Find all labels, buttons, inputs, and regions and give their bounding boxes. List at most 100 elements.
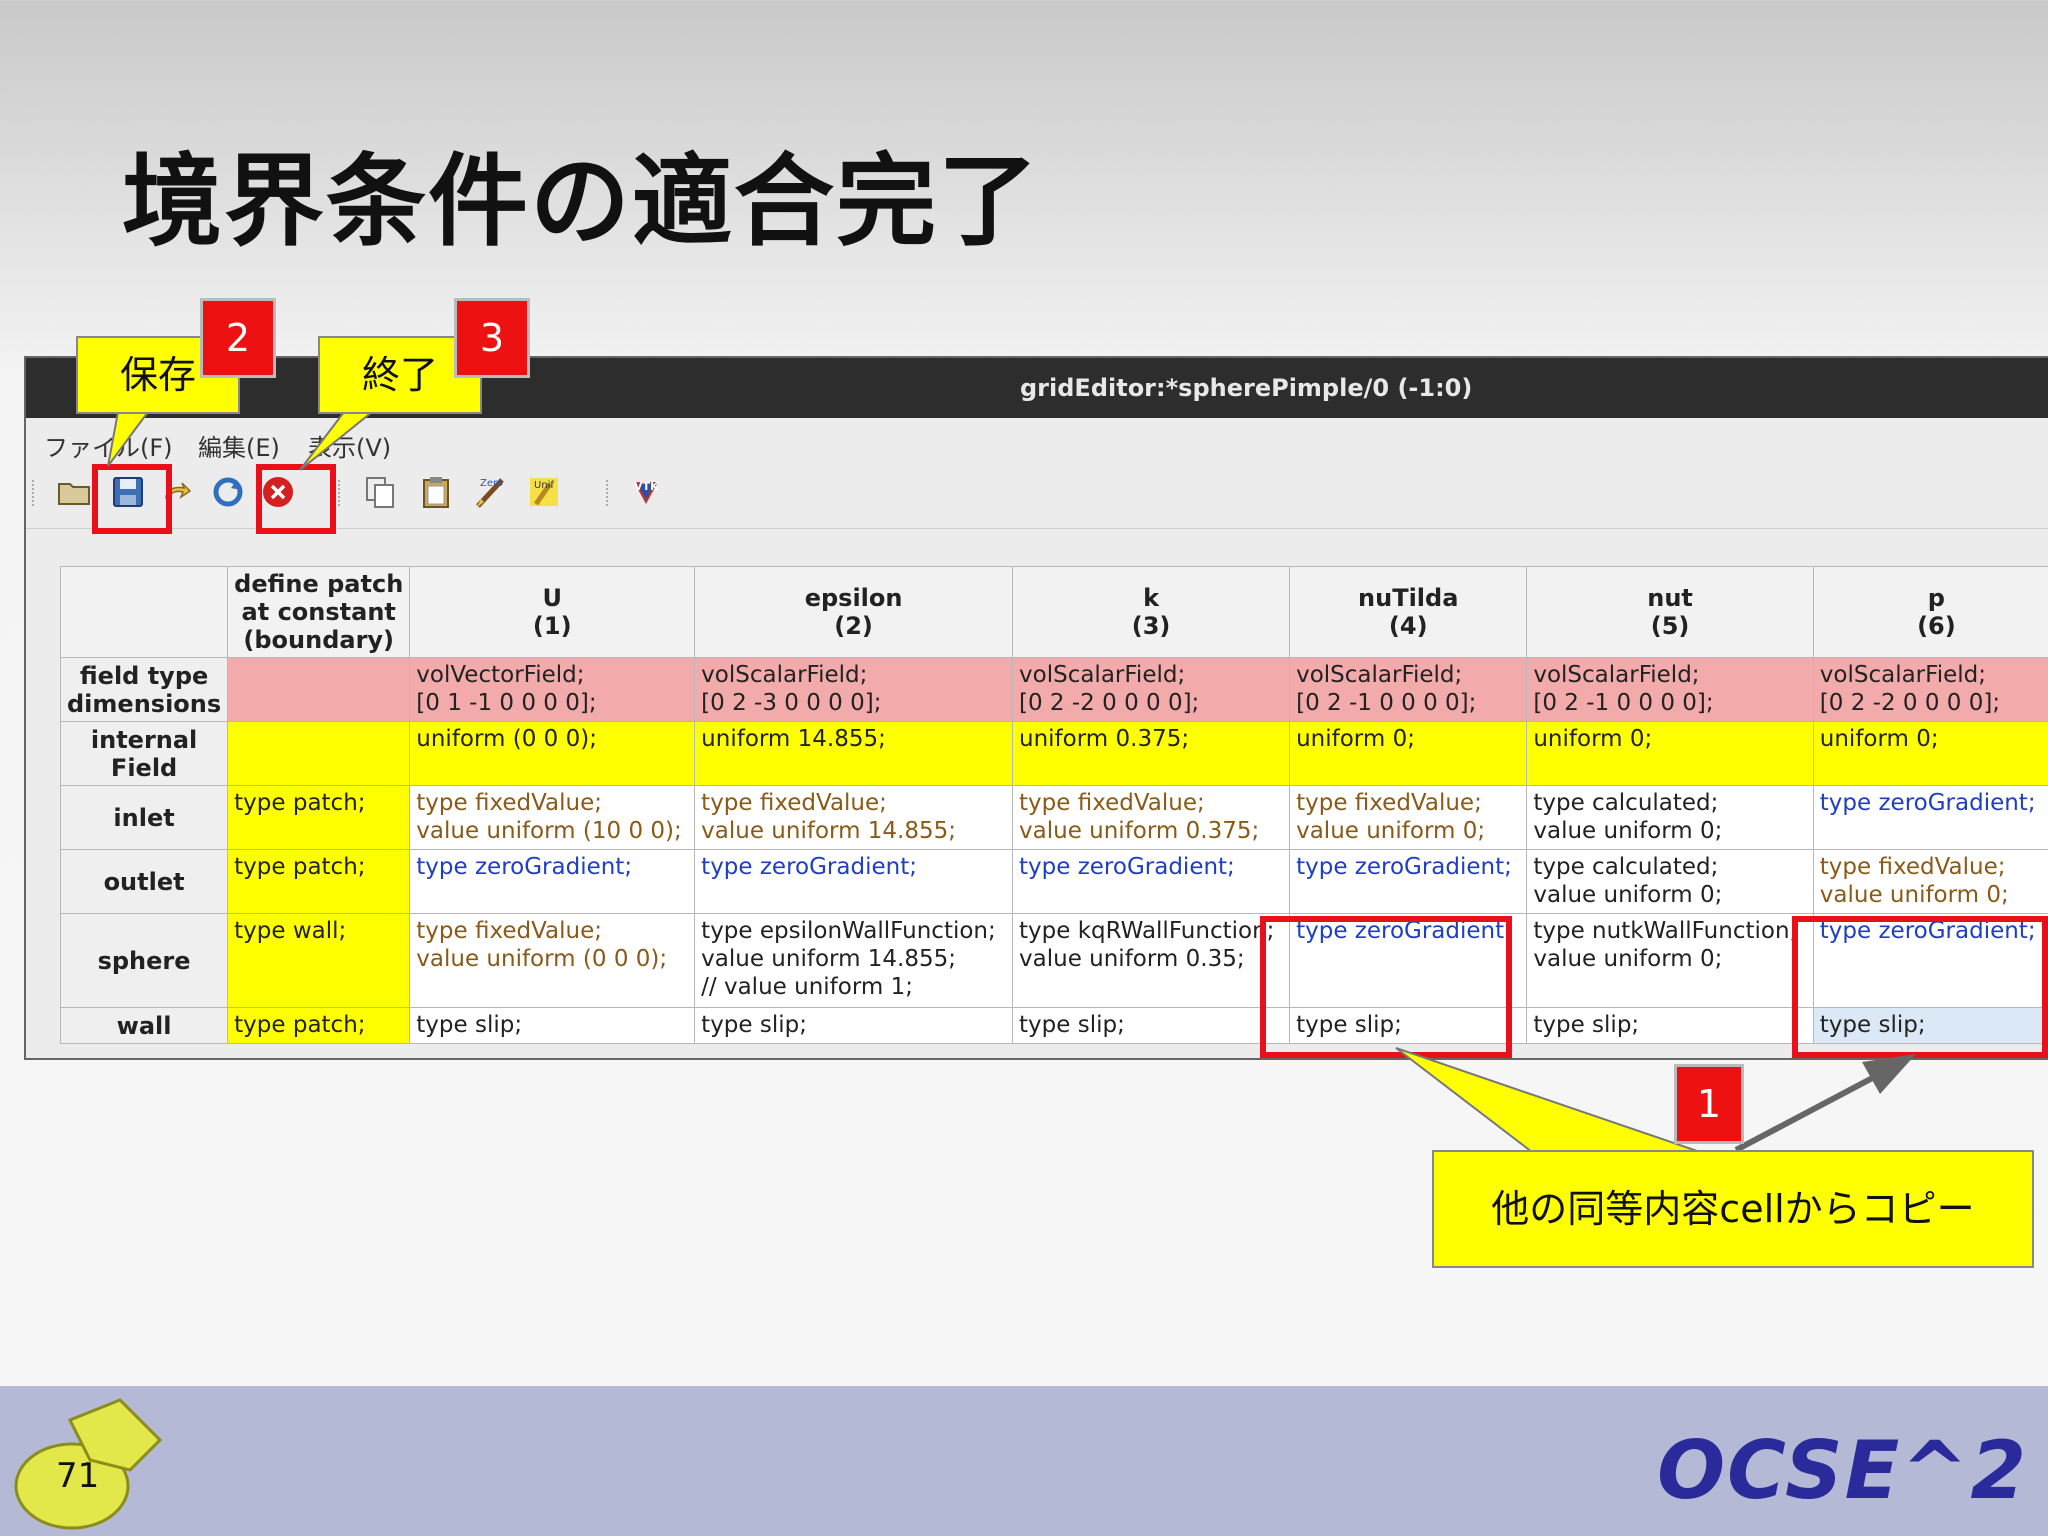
refresh-icon[interactable] (210, 474, 246, 510)
cell-text: value uniform (0 0 0); (416, 946, 668, 972)
col-header-epsilon[interactable]: epsilon (2) (694, 566, 1014, 658)
vtk-icon[interactable]: VTK (628, 474, 664, 510)
row-header-field-type[interactable]: field type dimensions (60, 657, 229, 722)
cell-text: type fixedValue; (1019, 790, 1205, 816)
row-label: field type (79, 661, 209, 690)
row-header-wall[interactable]: wall (60, 1007, 229, 1044)
cell[interactable]: type fixedValue; value uniform 0.375; (1012, 785, 1291, 850)
row-header-internal-field[interactable]: internal Field (60, 721, 229, 786)
col-header-p[interactable]: p (6) (1812, 566, 2048, 658)
row-wall: wall type patch; type slip; type slip; t… (60, 1007, 2048, 1044)
cell-text: value uniform 0; (1533, 818, 1723, 844)
paste-icon[interactable] (418, 474, 454, 510)
cell-text: value uniform 14.855; (701, 946, 957, 972)
row-sphere: sphere type wall; type fixedValue; value … (60, 913, 2048, 1008)
row-header-outlet[interactable]: outlet (60, 849, 229, 914)
cell[interactable]: uniform 0; (1812, 721, 2048, 786)
cell[interactable]: volScalarField; [0 2 -1 0 0 0 0]; (1526, 657, 1814, 722)
cell[interactable]: type slip; (1526, 1007, 1814, 1044)
cell-text: [0 2 -1 0 0 0 0]; (1533, 690, 1714, 716)
col-name: p (1927, 584, 1945, 612)
cell-text: volScalarField; (1533, 662, 1700, 688)
cell-text: value uniform 0; (1533, 946, 1723, 972)
cell[interactable]: volScalarField; [0 2 -3 0 0 0 0]; (694, 657, 1014, 722)
cell-patch[interactable] (227, 721, 411, 786)
cell[interactable]: volScalarField; [0 2 -2 0 0 0 0]; (1812, 657, 2048, 722)
cell[interactable]: volScalarField; [0 2 -2 0 0 0 0]; (1012, 657, 1291, 722)
svg-text:Zero: Zero (480, 478, 503, 489)
header-define-line-1: define patch (234, 570, 404, 598)
row-header-inlet[interactable]: inlet (60, 785, 229, 850)
boundary-table: define patch at constant (boundary) U (1)… (60, 566, 2048, 1044)
cell-text: type zeroGradient; (1819, 790, 2036, 816)
cell[interactable]: type calculated; value uniform 0; (1526, 785, 1814, 850)
col-name: nut (1647, 584, 1693, 612)
cell-text: type calculated; (1533, 854, 1719, 880)
cell[interactable]: type zeroGradient; (409, 849, 696, 914)
toolbar-separator (338, 480, 346, 506)
cell-patch[interactable]: type patch; (227, 1007, 411, 1044)
row-header-sphere[interactable]: sphere (60, 913, 229, 1008)
menu-file[interactable]: ファイル(F) (44, 428, 173, 463)
cell-text: uniform 14.855; (701, 726, 886, 752)
cell[interactable]: uniform (0 0 0); (409, 721, 696, 786)
cell-text: uniform (0 0 0); (416, 726, 597, 752)
cell[interactable]: type kqRWallFunction; value uniform 0.35; (1012, 913, 1291, 1008)
cell-patch[interactable]: type wall; (227, 913, 411, 1008)
unif-icon[interactable]: Unif (526, 474, 562, 510)
col-header-U[interactable]: U (1) (409, 566, 696, 658)
menu-edit[interactable]: 編集(E) (198, 428, 280, 463)
header-row: define patch at constant (boundary) U (1)… (60, 566, 2048, 658)
cell-text: type patch; (234, 790, 366, 816)
cell[interactable]: type zeroGradient; (1812, 785, 2048, 850)
cell-text: uniform 0; (1533, 726, 1653, 752)
cell[interactable]: type zeroGradient; (694, 849, 1014, 914)
cell[interactable]: uniform 0.375; (1012, 721, 1291, 786)
row-inlet: inlet type patch; type fixedValue; value … (60, 785, 2048, 850)
col-header-k[interactable]: k (3) (1012, 566, 1291, 658)
cell[interactable]: type slip; (694, 1007, 1014, 1044)
cell[interactable]: type fixedValue; value uniform (0 0 0); (409, 913, 696, 1008)
copy-icon[interactable] (362, 474, 398, 510)
cell[interactable]: type epsilonWallFunction; value uniform 1… (694, 913, 1014, 1008)
cell-text: type fixedValue; (1819, 854, 2006, 880)
cell[interactable]: type fixedValue; value uniform 0; (1289, 785, 1528, 850)
menu-view[interactable]: 表示(V) (308, 428, 391, 463)
cell-text: [0 1 -1 0 0 0 0]; (416, 690, 597, 716)
cell-patch[interactable] (227, 657, 411, 722)
cell-patch[interactable]: type patch; (227, 849, 411, 914)
cell-text: volVectorField; (416, 662, 585, 688)
col-index: (2) (834, 612, 873, 640)
cell[interactable]: uniform 0; (1526, 721, 1814, 786)
zero-icon[interactable]: Zero (472, 474, 508, 510)
cell[interactable]: type nutkWallFunction; value uniform 0; (1526, 913, 1814, 1008)
cell-text: value uniform 0; (1296, 818, 1486, 844)
cell[interactable]: type fixedValue; value uniform 14.855; (694, 785, 1014, 850)
cell[interactable]: uniform 14.855; (694, 721, 1014, 786)
col-header-nuTilda[interactable]: nuTilda (4) (1289, 566, 1528, 658)
cell[interactable]: uniform 0; (1289, 721, 1528, 786)
cell[interactable]: type fixedValue; value uniform 0; (1812, 849, 2048, 914)
cell[interactable]: type calculated; value uniform 0; (1526, 849, 1814, 914)
col-index: (6) (1917, 612, 1956, 640)
row-label: dimensions (67, 689, 222, 718)
badge-3: 3 (454, 298, 530, 378)
open-folder-icon[interactable] (56, 474, 92, 510)
col-header-nut[interactable]: nut (5) (1526, 566, 1814, 658)
cell[interactable]: type fixedValue; value uniform (10 0 0); (409, 785, 696, 850)
cell[interactable]: type zeroGradient; (1289, 849, 1528, 914)
header-define-line-2: at constant (241, 598, 396, 626)
toolbar-grip[interactable] (32, 480, 40, 506)
col-name: k (1143, 584, 1160, 612)
cell-text: [0 2 -1 0 0 0 0]; (1296, 690, 1477, 716)
cell[interactable]: type slip; (1012, 1007, 1291, 1044)
cell[interactable]: volScalarField; [0 2 -1 0 0 0 0]; (1289, 657, 1528, 722)
cell[interactable]: type slip; (409, 1007, 696, 1044)
row-label: inlet (113, 803, 175, 832)
col-header-define-patch[interactable]: define patch at constant (boundary) (227, 566, 411, 658)
cell-patch[interactable]: type patch; (227, 785, 411, 850)
cell[interactable]: type zeroGradient; (1012, 849, 1291, 914)
col-index: (1) (532, 612, 572, 640)
cell-text: // value uniform 1; (701, 974, 913, 1000)
cell[interactable]: volVectorField; [0 1 -1 0 0 0 0]; (409, 657, 696, 722)
